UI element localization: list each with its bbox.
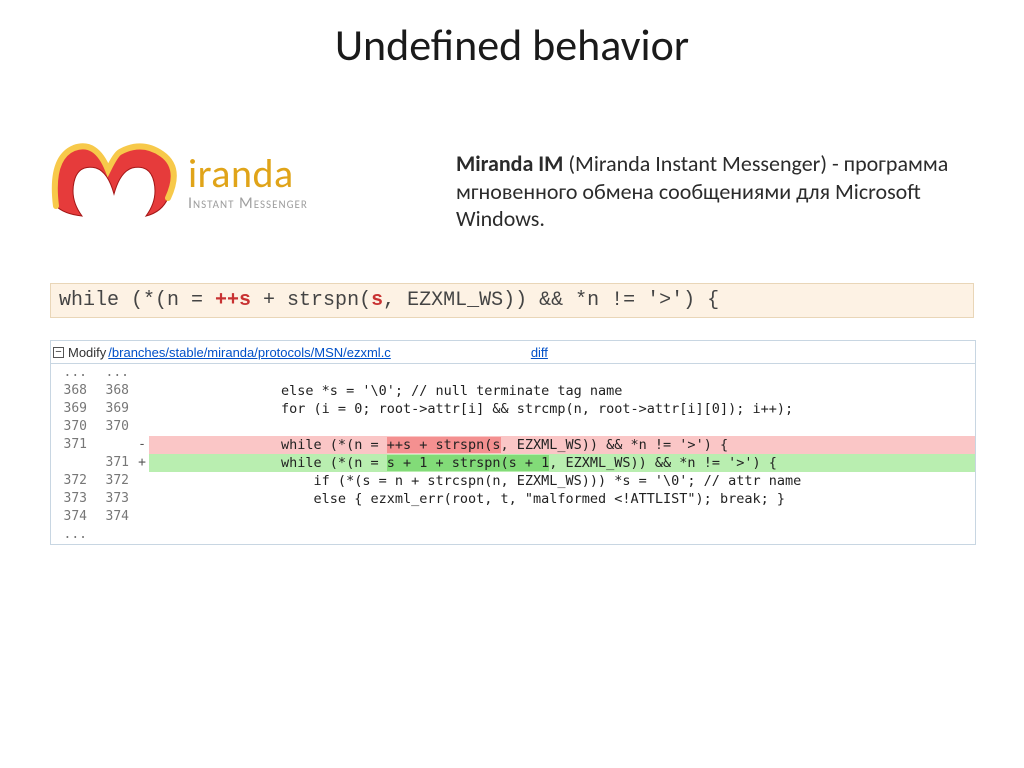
diff-code: for (i = 0; root->attr[i] && strcmp(n, r… <box>149 400 975 418</box>
line-number-old: ... <box>51 526 93 544</box>
miranda-logo-text: iranda Instant Messenger <box>188 154 308 212</box>
diff-sign <box>135 400 149 418</box>
description-bold: Miranda IM <box>456 150 563 177</box>
miranda-logo-icon <box>50 140 180 226</box>
line-number-new <box>93 526 135 544</box>
diff-sign <box>135 364 149 382</box>
line-number-old: 374 <box>51 508 93 526</box>
diff-row: 374374 <box>51 508 975 526</box>
code-snippet: while (*(n = ++s + strspn(s, EZXML_WS)) … <box>50 283 974 318</box>
modify-label: Modify <box>68 345 106 360</box>
diff-sign <box>135 382 149 400</box>
line-number-new: ... <box>93 364 135 382</box>
line-number-old: 371 <box>51 436 93 454</box>
line-number-new: 373 <box>93 490 135 508</box>
collapse-icon[interactable]: − <box>53 347 64 358</box>
diff-row: 371 - while (*(n = ++s + strspn(s, EZXML_… <box>51 436 975 454</box>
diff-sign <box>135 472 149 490</box>
diff-link[interactable]: diff <box>531 345 548 360</box>
diff-row: 371+ while (*(n = s + 1 + strspn(s + 1, … <box>51 454 975 472</box>
miranda-logo: iranda Instant Messenger <box>50 140 420 226</box>
diff-row: 373373 else { ezxml_err(root, t, "malfor… <box>51 490 975 508</box>
diff-code <box>149 508 975 526</box>
line-number-old: ... <box>51 364 93 382</box>
diff-row: ...... <box>51 364 975 382</box>
description-text: Miranda IM (Miranda Instant Messenger) -… <box>456 150 964 233</box>
diff-row: 369369 for (i = 0; root->attr[i] && strc… <box>51 400 975 418</box>
diff-header: − Modify /branches/stable/miranda/protoc… <box>51 341 975 364</box>
file-path-link[interactable]: /branches/stable/miranda/protocols/MSN/e… <box>108 345 391 360</box>
diff-sign: + <box>135 454 149 472</box>
line-number-new: 368 <box>93 382 135 400</box>
code-keyword: s <box>371 289 383 312</box>
diff-code: if (*(s = n + strcspn(n, EZXML_WS))) *s … <box>149 472 975 490</box>
line-number-old: 370 <box>51 418 93 436</box>
logo-subtitle-text: Instant Messenger <box>188 196 308 212</box>
diff-code <box>149 364 975 382</box>
diff-sign <box>135 508 149 526</box>
diff-code <box>149 526 975 544</box>
slide: Undefined behavior iranda Instant Messen… <box>0 0 1024 768</box>
diff-code <box>149 418 975 436</box>
diff-code: while (*(n = ++s + strspn(s, EZXML_WS)) … <box>149 436 975 454</box>
code-keyword: ++s <box>215 289 251 312</box>
diff-inline-highlight: ++s + strspn(s <box>387 437 501 453</box>
diff-row: 370370 <box>51 418 975 436</box>
line-number-new: 374 <box>93 508 135 526</box>
diff-sign <box>135 526 149 544</box>
diff-inline-highlight: s + 1 + strspn(s + 1 <box>387 455 550 471</box>
diff-sign: - <box>135 436 149 454</box>
line-number-old: 369 <box>51 400 93 418</box>
line-number-new: 370 <box>93 418 135 436</box>
line-number-old <box>51 454 93 472</box>
line-number-old: 372 <box>51 472 93 490</box>
diff-code: else { ezxml_err(root, t, "malformed <!A… <box>149 490 975 508</box>
diff-code: else *s = '\0'; // null terminate tag na… <box>149 382 975 400</box>
diff-viewer: − Modify /branches/stable/miranda/protoc… <box>50 340 976 545</box>
diff-row: 372372 if (*(s = n + strcspn(n, EZXML_WS… <box>51 472 975 490</box>
diff-body: ......368368 else *s = '\0'; // null ter… <box>51 364 975 544</box>
diff-sign <box>135 490 149 508</box>
line-number-new: 371 <box>93 454 135 472</box>
logo-brand-text: iranda <box>188 154 308 194</box>
diff-row: ... <box>51 526 975 544</box>
line-number-new: 372 <box>93 472 135 490</box>
diff-sign <box>135 418 149 436</box>
slide-title: Undefined behavior <box>0 18 1024 72</box>
diff-row: 368368 else *s = '\0'; // null terminate… <box>51 382 975 400</box>
line-number-old: 373 <box>51 490 93 508</box>
line-number-old: 368 <box>51 382 93 400</box>
line-number-new: 369 <box>93 400 135 418</box>
diff-code: while (*(n = s + 1 + strspn(s + 1, EZXML… <box>149 454 975 472</box>
line-number-new <box>93 436 135 454</box>
